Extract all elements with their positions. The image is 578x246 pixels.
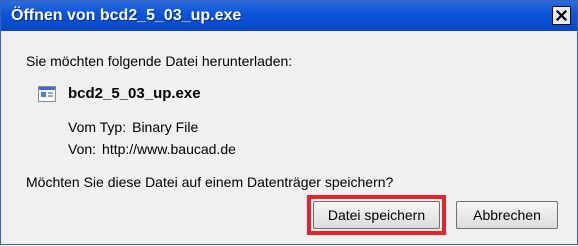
file-source-value: http://www.baucad.de bbox=[102, 141, 236, 157]
download-message: Sie möchten folgende Datei herunterladen… bbox=[26, 53, 293, 69]
save-question: Möchten Sie diese Datei auf einem Datent… bbox=[26, 174, 394, 190]
file-source-row: Von: http://www.baucad.de bbox=[68, 141, 236, 157]
close-icon bbox=[556, 10, 567, 21]
save-file-button[interactable]: Datei speichern bbox=[313, 201, 440, 229]
title-bar[interactable]: Öffnen von bcd2_5_03_up.exe bbox=[1, 1, 577, 31]
file-name: bcd2_5_03_up.exe bbox=[68, 85, 201, 102]
file-source-label: Von: bbox=[68, 141, 97, 157]
cancel-button[interactable]: Abbrechen bbox=[456, 201, 558, 229]
file-type-value: Binary File bbox=[132, 119, 199, 135]
close-button[interactable] bbox=[552, 6, 571, 25]
exe-file-icon bbox=[38, 86, 56, 102]
download-dialog: Öffnen von bcd2_5_03_up.exe Sie möchten … bbox=[0, 0, 578, 245]
dialog-title: Öffnen von bcd2_5_03_up.exe bbox=[11, 7, 242, 24]
file-type-label: Vom Typ: bbox=[68, 119, 127, 135]
file-type-row: Vom Typ: Binary File bbox=[68, 119, 198, 135]
